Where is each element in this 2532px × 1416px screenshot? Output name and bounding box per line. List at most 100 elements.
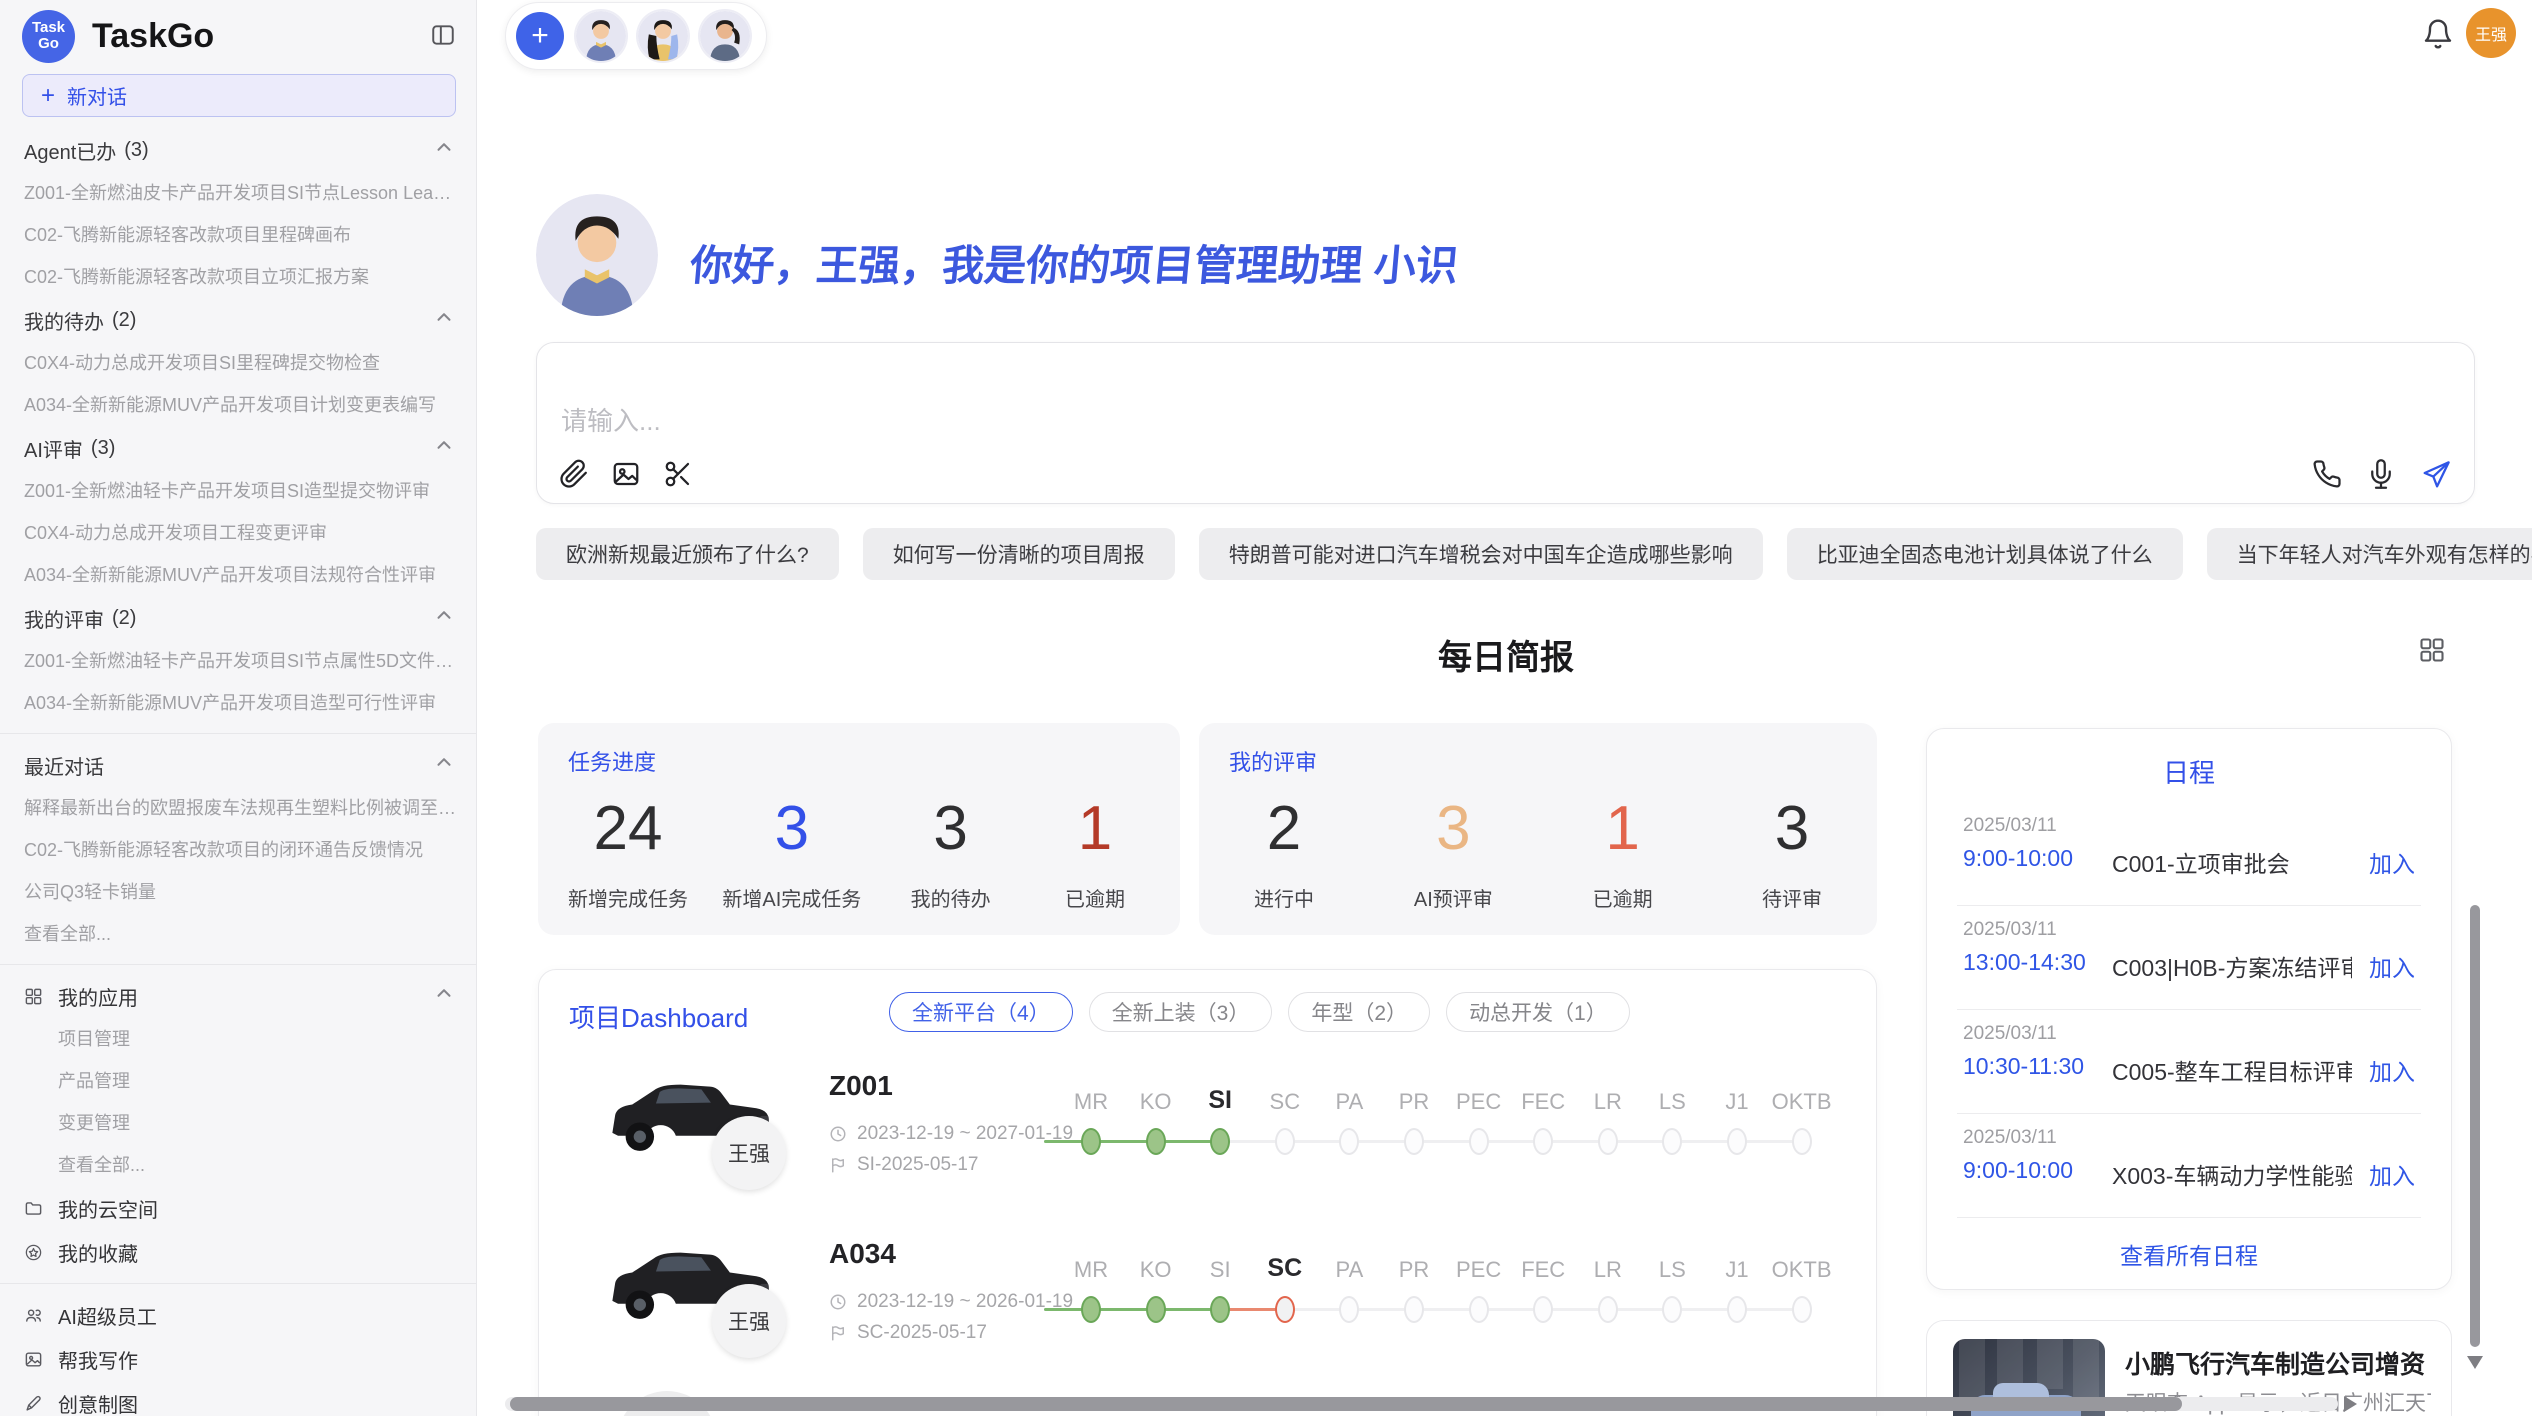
milestone-dot[interactable] (1275, 1296, 1295, 1323)
notification-bell-icon[interactable] (2422, 18, 2454, 50)
sidebar-item-creative-drawing[interactable]: 创意制图 (0, 1381, 477, 1416)
milestone-dot[interactable] (1146, 1128, 1166, 1155)
task-list-item[interactable]: Z001-全新燃油轻卡产品开发项目SI节点属性5D文件评审 (0, 640, 477, 682)
join-meeting-link[interactable]: 加入 (2369, 1157, 2415, 1191)
recent-chat-item[interactable]: 公司Q3轻卡销量 (0, 871, 477, 913)
scroll-down-arrow-icon[interactable] (2467, 1356, 2483, 1369)
view-all-schedule-link[interactable]: 查看所有日程 (1927, 1237, 2451, 1271)
horizontal-scrollbar-track[interactable] (505, 1397, 2338, 1411)
new-chat-label: 新对话 (67, 81, 127, 110)
suggestion-chip[interactable]: 如何写一份清晰的项目周报 (863, 528, 1175, 580)
chevron-up-icon[interactable] (433, 306, 455, 334)
scroll-right-arrow-icon[interactable] (2344, 1396, 2357, 1412)
milestone-dot[interactable] (1339, 1128, 1359, 1155)
sidebar-item-my-cloud[interactable]: 我的云空间 (0, 1186, 477, 1230)
milestone-dot[interactable] (1339, 1296, 1359, 1323)
stats-row: 2进行中3AI预评审1已逾期3待评审 (1229, 789, 1847, 912)
dashboard-filter-chip[interactable]: 全新平台（4） (889, 992, 1073, 1032)
chevron-up-icon[interactable] (433, 751, 455, 779)
dashboard-filter-chip[interactable]: 动总开发（1） (1446, 992, 1630, 1032)
agent-avatar-1[interactable] (576, 11, 626, 61)
task-list-item[interactable]: A034-全新新能源MUV产品开发项目造型可行性评审 (0, 682, 477, 724)
milestone-dot[interactable] (1598, 1128, 1618, 1155)
task-list-item[interactable]: A034-全新新能源MUV产品开发项目计划变更表编写 (0, 384, 477, 426)
task-list-item[interactable]: Z001-全新燃油皮卡产品开发项目SI节点Lesson Learn报告 (0, 172, 477, 214)
send-icon[interactable] (2420, 459, 2450, 489)
schedule-event-title: C003|H0B-方案冻结评审 (2112, 949, 2352, 983)
vertical-scrollbar-thumb[interactable] (2470, 905, 2480, 1347)
milestone-dot[interactable] (1533, 1128, 1553, 1155)
milestone-dot[interactable] (1404, 1296, 1424, 1323)
schedule-date: 2025/03/11 (1963, 815, 2057, 837)
section-header-tasks-2[interactable]: AI评审(3) (0, 426, 477, 470)
briefing-layout-grid-icon[interactable] (2418, 636, 2446, 664)
suggestion-chip[interactable]: 欧洲新规最近颁布了什么? (536, 528, 839, 580)
chevron-up-icon[interactable] (433, 604, 455, 632)
screenshot-scissors-icon[interactable] (663, 459, 693, 489)
milestone-dot[interactable] (1598, 1296, 1618, 1323)
task-list-item[interactable]: A034-全新新能源MUV产品开发项目法规符合性评审 (0, 554, 477, 596)
chevron-up-icon[interactable] (433, 982, 455, 1010)
agent-avatar-3[interactable] (700, 11, 750, 61)
chat-input[interactable]: 请输入... (561, 401, 661, 438)
milestone-dot[interactable] (1275, 1128, 1295, 1155)
task-list-item[interactable]: Z001-全新燃油轻卡产品开发项目SI造型提交物评审 (0, 470, 477, 512)
dashboard-filter-chip[interactable]: 全新上装（3） (1089, 992, 1273, 1032)
sidebar-item-ai-super-staff[interactable]: AI超级员工 (0, 1293, 477, 1337)
recent-chat-item[interactable]: 查看全部... (0, 913, 477, 955)
milestone-dot[interactable] (1469, 1128, 1489, 1155)
suggestion-chip[interactable]: 特朗普可能对进口汽车增税会对中国车企造成哪些影响 (1199, 528, 1763, 580)
milestone-dot[interactable] (1727, 1128, 1747, 1155)
attach-image-icon[interactable] (611, 459, 641, 489)
milestone-dot[interactable] (1533, 1296, 1553, 1323)
milestone-dot[interactable] (1081, 1296, 1101, 1323)
section-header-tasks-0[interactable]: Agent已办(3) (0, 128, 477, 172)
join-meeting-link[interactable]: 加入 (2369, 1053, 2415, 1087)
dashboard-filter-chip[interactable]: 年型（2） (1288, 992, 1430, 1032)
section-title: 最近对话 (24, 751, 104, 780)
join-meeting-link[interactable]: 加入 (2369, 949, 2415, 983)
new-chat-button[interactable]: + 新对话 (22, 74, 456, 117)
milestone-dot[interactable] (1727, 1296, 1747, 1323)
sidebar-item-help-me-write[interactable]: 帮我写作 (0, 1337, 477, 1381)
voice-call-icon[interactable] (2312, 459, 2342, 489)
recent-chat-item[interactable]: C02-飞腾新能源轻客改款项目的闭环通告反馈情况 (0, 829, 477, 871)
chevron-up-icon[interactable] (433, 434, 455, 462)
horizontal-scrollbar-thumb[interactable] (510, 1397, 2182, 1411)
task-list-item[interactable]: C02-飞腾新能源轻客改款项目里程碑画布 (0, 214, 477, 256)
attach-file-icon[interactable] (559, 459, 589, 489)
chevron-up-icon[interactable] (433, 136, 455, 164)
milestone-dot[interactable] (1792, 1296, 1812, 1323)
recent-chat-item[interactable]: 解释最新出台的欧盟报废车法规再生塑料比例被调至15%... (0, 787, 477, 829)
section-header-tasks-1[interactable]: 我的待办(2) (0, 298, 477, 342)
app-menu-item[interactable]: 查看全部... (0, 1144, 477, 1186)
milestone-dot[interactable] (1792, 1128, 1812, 1155)
sidebar-item-favorites[interactable]: 我的收藏 (0, 1230, 477, 1274)
milestone-dot[interactable] (1210, 1296, 1230, 1323)
milestone-dot[interactable] (1662, 1296, 1682, 1323)
task-list-item[interactable]: C0X4-动力总成开发项目工程变更评审 (0, 512, 477, 554)
task-list-item[interactable]: C02-飞腾新能源轻客改款项目立项汇报方案 (0, 256, 477, 298)
microphone-icon[interactable] (2366, 459, 2396, 489)
suggestion-chip[interactable]: 当下年轻人对汽车外观有怎样的喜好趋势 (2207, 528, 2532, 580)
milestone-dot[interactable] (1210, 1128, 1230, 1155)
milestone-dot[interactable] (1146, 1296, 1166, 1323)
schedule-separator (1957, 905, 2421, 906)
sidebar-collapse-icon[interactable] (430, 22, 456, 48)
section-header-tasks-3[interactable]: 我的评审(2) (0, 596, 477, 640)
milestone-dot[interactable] (1404, 1128, 1424, 1155)
add-session-button[interactable]: + (516, 12, 564, 60)
user-avatar[interactable]: 王强 (2466, 8, 2516, 58)
milestone-dot[interactable] (1469, 1296, 1489, 1323)
join-meeting-link[interactable]: 加入 (2369, 845, 2415, 879)
app-menu-item[interactable]: 项目管理 (0, 1018, 477, 1060)
sidebar-item-my-apps[interactable]: 我的应用 (0, 974, 477, 1018)
section-header-recent-chats[interactable]: 最近对话 (0, 743, 477, 787)
task-list-item[interactable]: C0X4-动力总成开发项目SI里程碑提交物检查 (0, 342, 477, 384)
suggestion-chip[interactable]: 比亚迪全固态电池计划具体说了什么 (1787, 528, 2183, 580)
app-menu-item[interactable]: 产品管理 (0, 1060, 477, 1102)
milestone-dot[interactable] (1662, 1128, 1682, 1155)
agent-avatar-2[interactable] (638, 11, 688, 61)
app-menu-item[interactable]: 变更管理 (0, 1102, 477, 1144)
milestone-dot[interactable] (1081, 1128, 1101, 1155)
